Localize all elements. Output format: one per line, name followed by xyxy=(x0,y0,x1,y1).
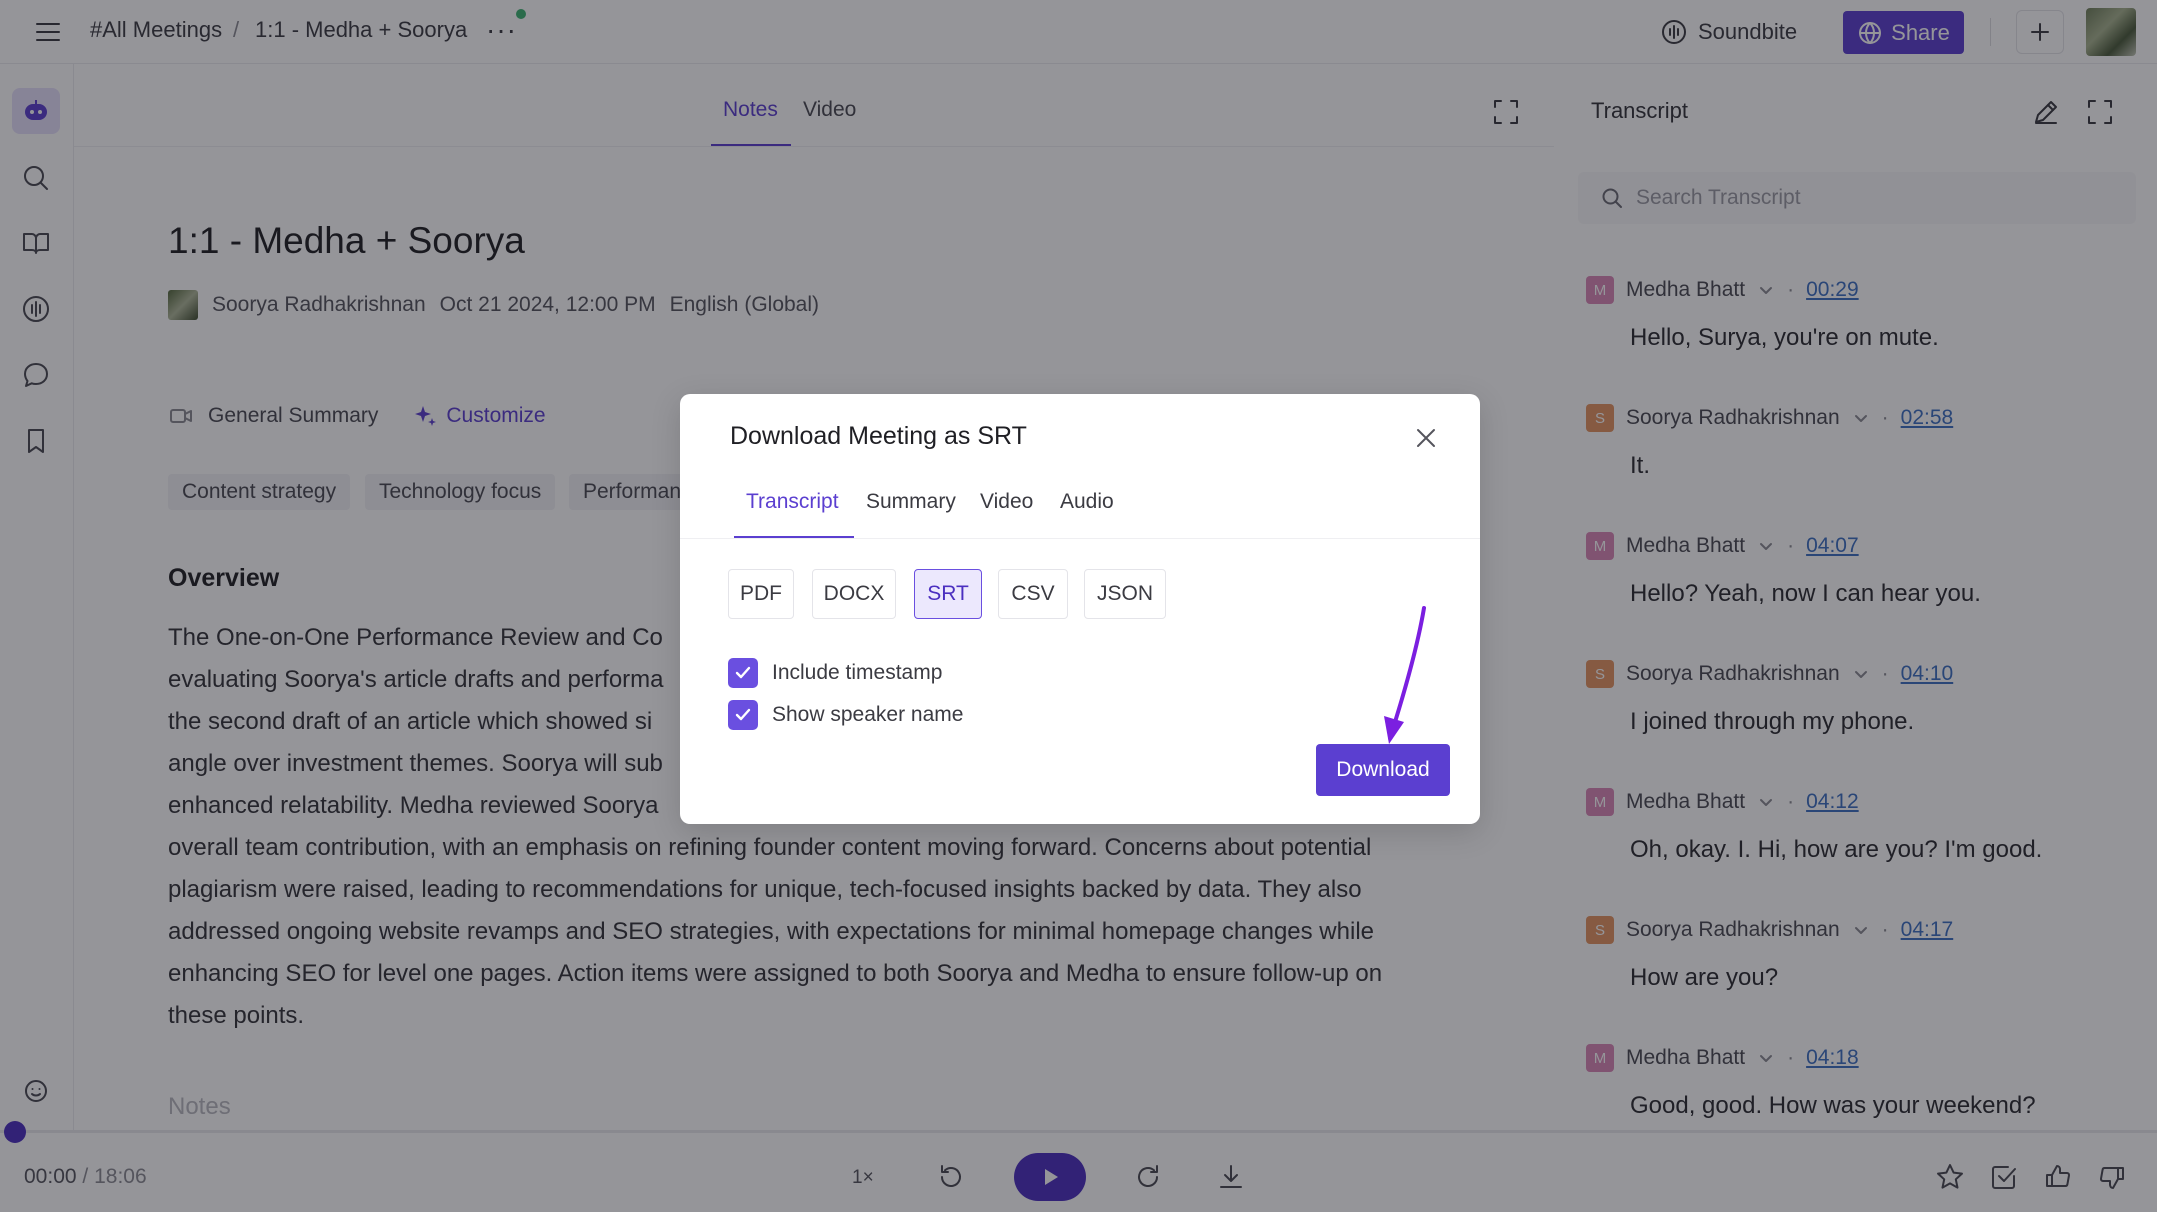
close-icon[interactable] xyxy=(1410,422,1442,454)
modal-tab-transcript[interactable]: Transcript xyxy=(746,490,839,514)
include-timestamp-option[interactable]: Include timestamp xyxy=(728,658,942,688)
format-pdf-button[interactable]: PDF xyxy=(728,569,794,619)
show-speaker-label: Show speaker name xyxy=(772,703,964,726)
download-modal: Download Meeting as SRT Transcript Summa… xyxy=(680,394,1480,824)
include-timestamp-checkbox[interactable] xyxy=(728,658,758,688)
modal-tab-summary[interactable]: Summary xyxy=(866,490,956,514)
check-icon xyxy=(735,666,751,679)
modal-tab-audio[interactable]: Audio xyxy=(1060,490,1114,514)
format-docx-button[interactable]: DOCX xyxy=(812,569,896,619)
modal-tab-video[interactable]: Video xyxy=(980,490,1033,514)
include-timestamp-label: Include timestamp xyxy=(772,661,943,684)
modal-title: Download Meeting as SRT xyxy=(730,422,1027,450)
show-speaker-option[interactable]: Show speaker name xyxy=(728,700,963,730)
format-csv-button[interactable]: CSV xyxy=(998,569,1068,619)
arrow-annotation xyxy=(1360,604,1440,754)
modal-tabs-divider xyxy=(680,538,1480,539)
format-json-button[interactable]: JSON xyxy=(1084,569,1166,619)
format-srt-button[interactable]: SRT xyxy=(914,569,982,619)
download-button[interactable]: Download xyxy=(1316,744,1450,796)
check-icon xyxy=(735,708,751,721)
show-speaker-checkbox[interactable] xyxy=(728,700,758,730)
